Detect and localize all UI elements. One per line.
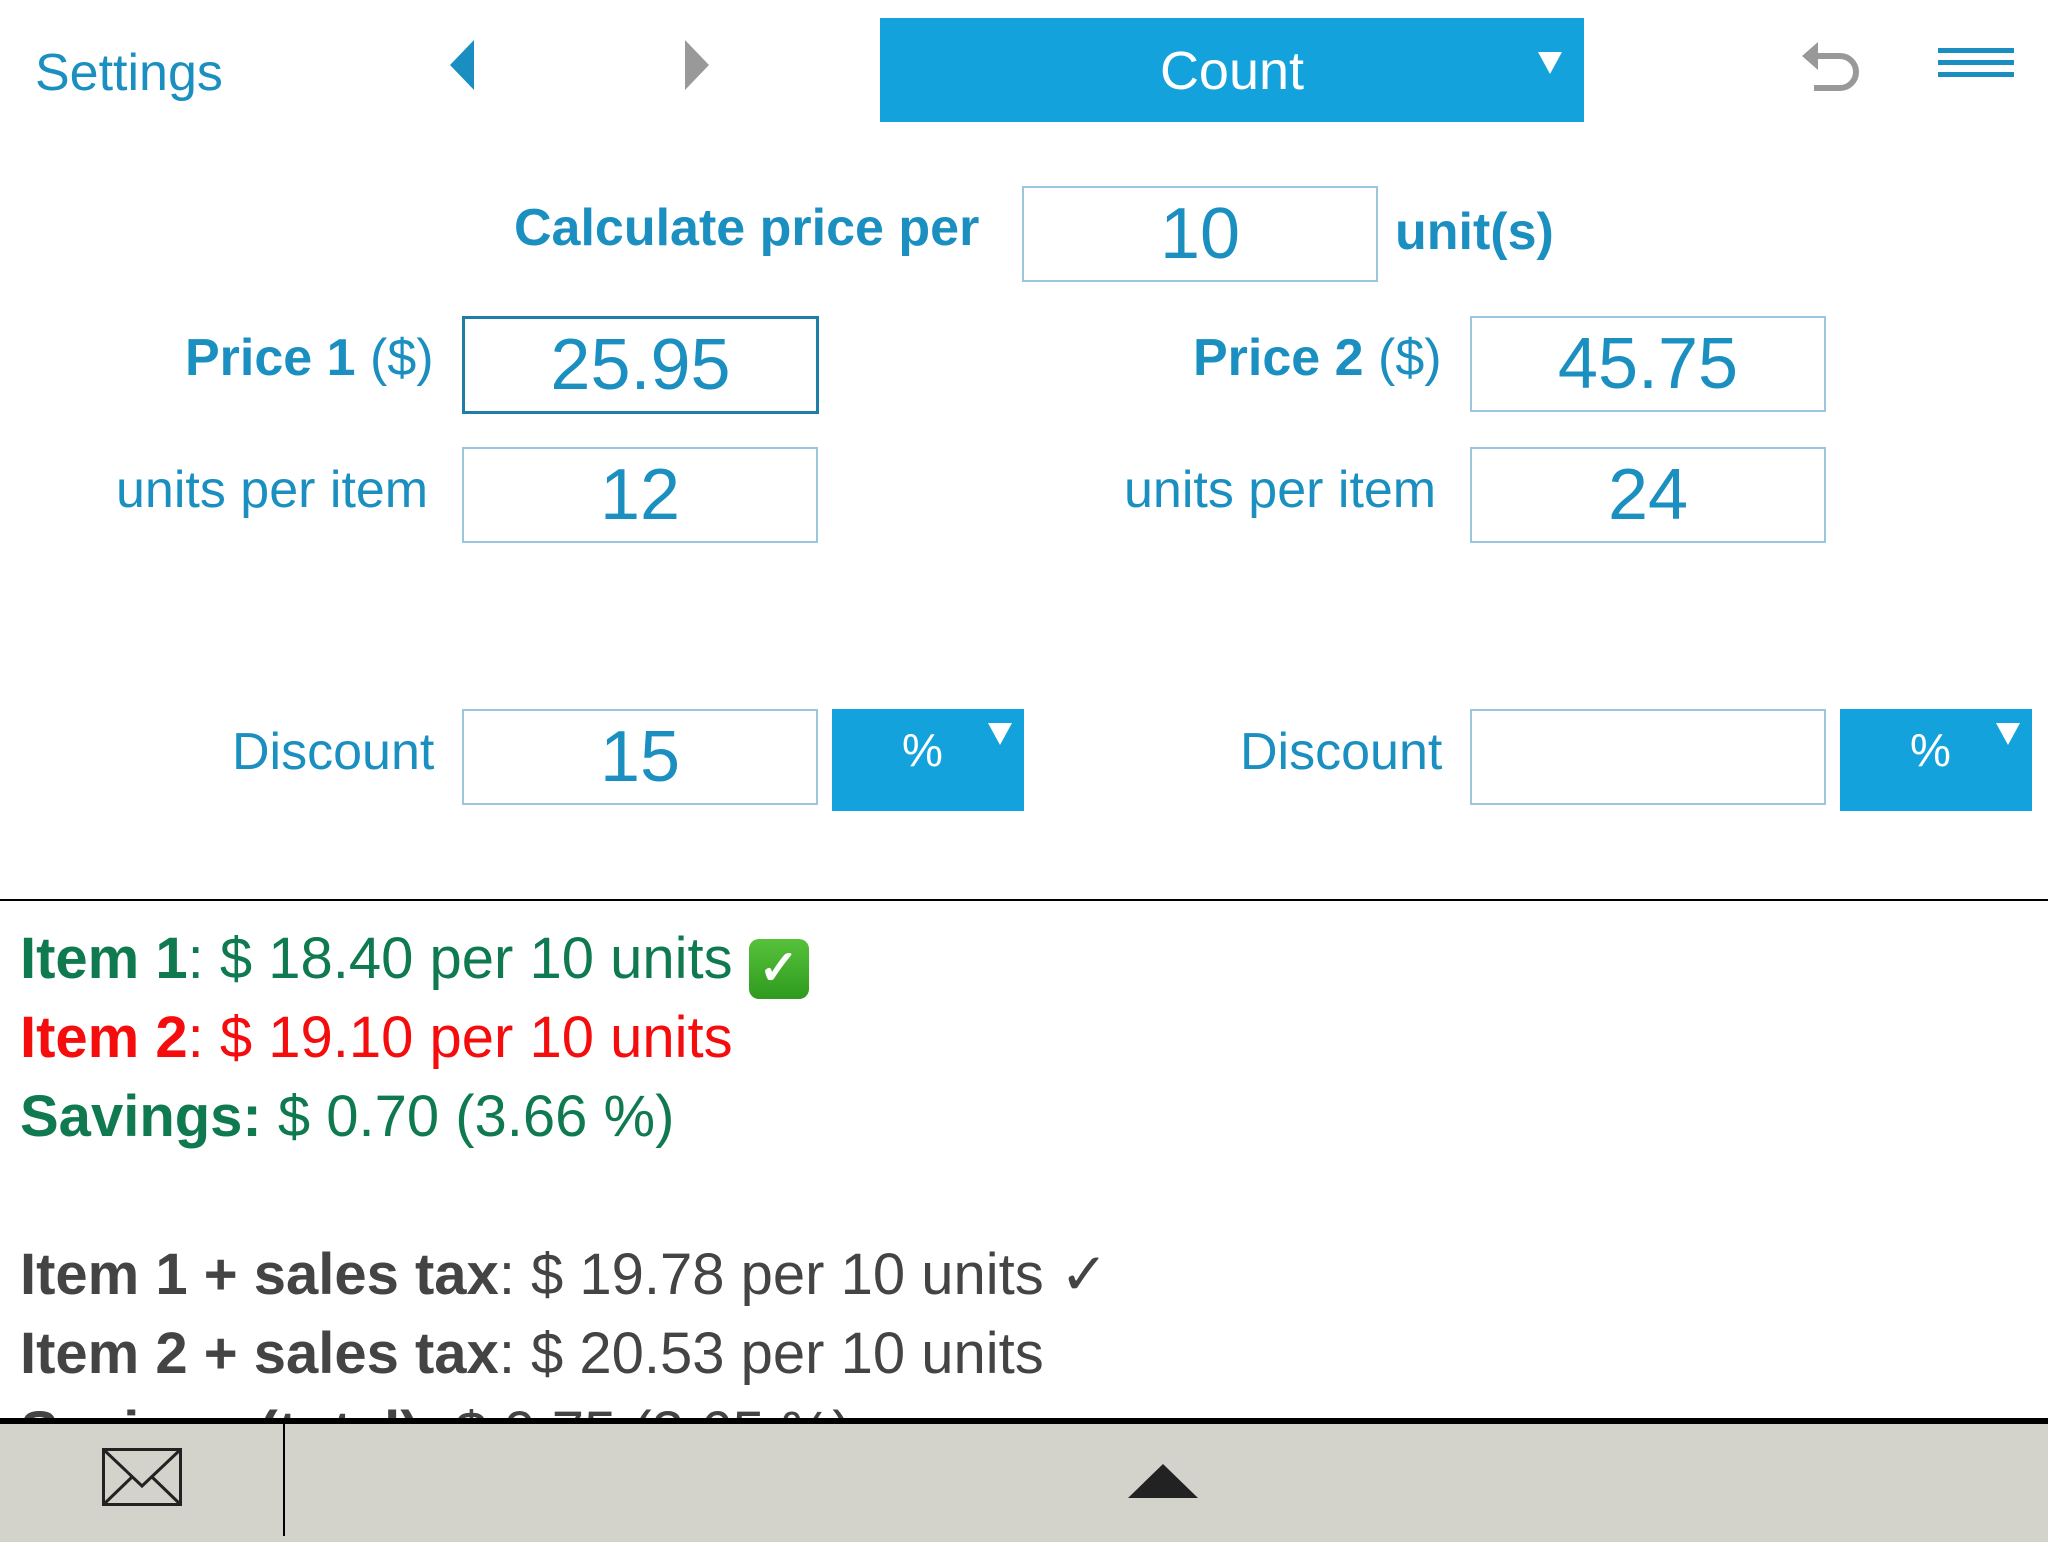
units1-input[interactable]: 12	[462, 447, 818, 543]
price2-label-bold: Price 2	[1193, 329, 1364, 387]
discount2-label: Discount	[1240, 723, 1443, 781]
chevron-down-icon	[988, 723, 1012, 745]
check-mark-badge-icon: ✓	[748, 939, 809, 999]
result-item2-label: Item 2	[20, 1005, 188, 1070]
discount1-type-dropdown[interactable]: %	[832, 709, 1024, 811]
calculate-price-per-label: Calculate price per	[514, 199, 980, 257]
units-suffix-label: unit(s)	[1395, 203, 1554, 261]
result-tax-item2-label: Item 2 + sales tax	[20, 1321, 499, 1386]
chevron-down-icon	[1538, 52, 1562, 74]
price2-label-unit: ($)	[1363, 329, 1442, 387]
mode-dropdown[interactable]: Count	[880, 18, 1584, 122]
envelope-icon[interactable]	[102, 1448, 182, 1506]
result-savings-label: Savings:	[20, 1084, 262, 1149]
result-tax-item2: Item 2 + sales tax: $ 20.53 per 10 units	[20, 1319, 1044, 1389]
discount1-input[interactable]: 15	[462, 709, 818, 805]
units2-input[interactable]: 24	[1470, 447, 1826, 543]
expand-up-triangle-icon[interactable]	[1128, 1464, 1198, 1498]
next-arrow-icon[interactable]	[685, 40, 709, 90]
result-item1-text: : $ 18.40 per 10 units	[187, 926, 749, 991]
chevron-down-icon	[1996, 723, 2020, 745]
result-tax-item1: Item 1 + sales tax: $ 19.78 per 10 units…	[20, 1240, 1108, 1310]
discount2-input[interactable]	[1470, 709, 1826, 805]
result-tax-item1-label: Item 1 + sales tax	[20, 1242, 499, 1307]
price1-label-unit: ($)	[355, 329, 434, 387]
units2-label: units per item	[1124, 461, 1437, 519]
mode-dropdown-value: Count	[1159, 41, 1305, 101]
result-savings-text: $ 0.70 (3.66 %)	[261, 1084, 675, 1149]
settings-link[interactable]: Settings	[35, 38, 223, 108]
result-tax-item2-text: : $ 20.53 per 10 units	[498, 1321, 1044, 1386]
price1-label: Price 1 ($)	[185, 328, 434, 388]
discount2-type-dropdown[interactable]: %	[1840, 709, 2032, 811]
price2-input[interactable]: 45.75	[1470, 316, 1826, 412]
units1-label: units per item	[116, 461, 429, 519]
result-savings: Savings: $ 0.70 (3.66 %)	[20, 1082, 674, 1152]
result-item1: Item 1: $ 18.40 per 10 units ✓	[20, 924, 809, 999]
hamburger-menu-icon[interactable]	[1938, 48, 2014, 78]
bottom-toolbar	[0, 1418, 2048, 1542]
previous-arrow-icon[interactable]	[450, 40, 474, 90]
calc-units-input[interactable]: 10	[1022, 186, 1378, 282]
result-item2: Item 2: $ 19.10 per 10 units	[20, 1003, 733, 1073]
result-item2-text: : $ 19.10 per 10 units	[187, 1005, 733, 1070]
price1-label-bold: Price 1	[185, 329, 356, 387]
discount1-label: Discount	[232, 723, 435, 781]
result-tax-item1-text: : $ 19.78 per 10 units ✓	[498, 1242, 1109, 1307]
discount2-type-value: %	[1910, 724, 1951, 776]
undo-icon[interactable]	[1800, 36, 1864, 96]
result-item1-label: Item 1	[20, 926, 188, 991]
price2-label: Price 2 ($)	[1193, 328, 1442, 388]
toolbar-separator	[283, 1424, 285, 1536]
discount1-type-value: %	[902, 724, 943, 776]
price1-input[interactable]: 25.95	[462, 316, 819, 414]
divider	[0, 899, 2048, 901]
